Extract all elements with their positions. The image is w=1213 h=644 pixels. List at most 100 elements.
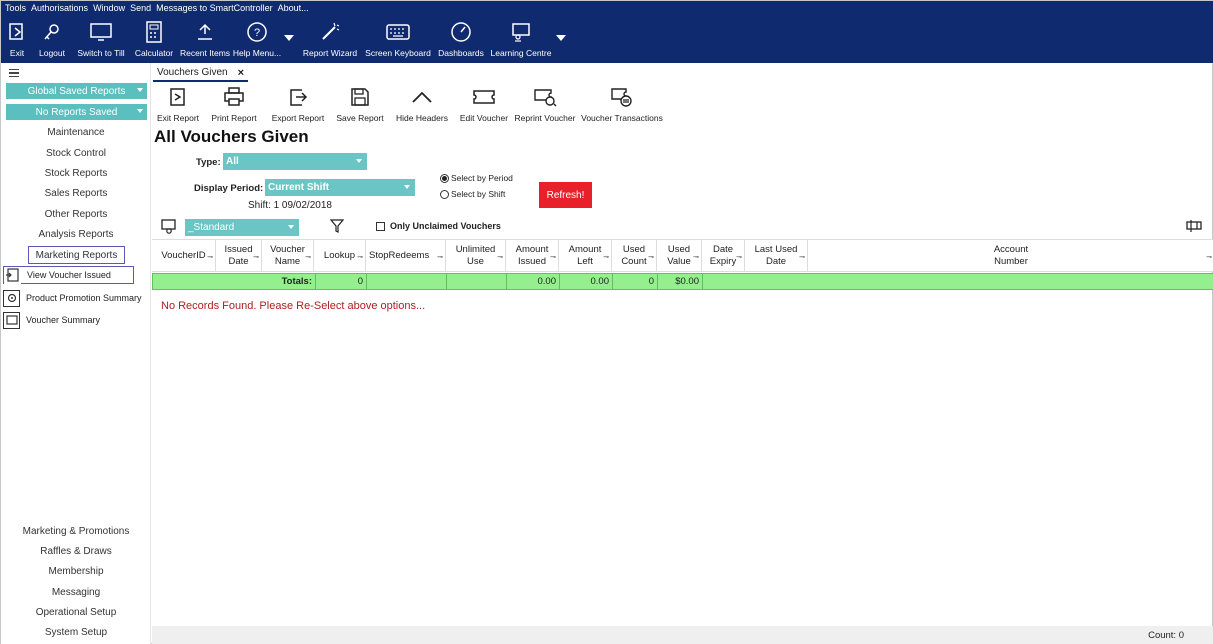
nav-marketing-promotions[interactable]: Marketing & Promotions	[1, 526, 151, 537]
column-amount-issued[interactable]: Amount Issued ⊸	[506, 240, 559, 272]
sub-view-voucher-issued[interactable]: View Voucher Issued	[3, 266, 134, 284]
column-used-value[interactable]: Used Value ⊸	[657, 240, 702, 272]
type-select[interactable]: All	[223, 153, 367, 170]
hide-headers-button[interactable]: Hide Headers	[395, 85, 449, 125]
saved-reports-dropdown[interactable]: No Reports Saved	[6, 104, 147, 120]
column-unlimited-use[interactable]: Unlimited Use ⊸	[446, 240, 506, 272]
caret-down-icon	[356, 159, 362, 163]
chevron-down-icon	[284, 33, 294, 43]
help-menu-dropdown[interactable]	[281, 19, 297, 63]
pin-icon[interactable]: ⊸	[305, 252, 311, 264]
layout-select[interactable]: _Standard	[185, 219, 299, 236]
nav-operational-setup[interactable]: Operational Setup	[1, 607, 151, 618]
column-last-used-date[interactable]: Last Used Date ⊸	[745, 240, 808, 272]
layout-view-icon[interactable]	[161, 219, 177, 237]
only-unclaimed-checkbox[interactable]: Only Unclaimed Vouchers	[376, 221, 501, 231]
totals-used-count: 0	[613, 274, 658, 289]
menu-window[interactable]: Window	[93, 3, 125, 15]
column-stop-redeems[interactable]: StopRedeems ⊸	[366, 240, 446, 272]
gauge-icon	[448, 19, 474, 45]
logout-button[interactable]: Logout	[33, 19, 71, 63]
hamburger-menu-icon[interactable]	[9, 69, 19, 77]
nav-marketing-reports[interactable]: Marketing Reports	[28, 246, 125, 264]
refresh-button[interactable]: Refresh!	[539, 182, 592, 208]
nav-system-setup[interactable]: System Setup	[1, 627, 151, 638]
pin-icon[interactable]: ⊸	[603, 252, 609, 264]
type-label: Type:	[196, 157, 221, 168]
nav-analysis-reports[interactable]: Analysis Reports	[1, 229, 151, 240]
nav-sales-reports[interactable]: Sales Reports	[1, 188, 151, 199]
menu-send[interactable]: Send	[130, 3, 151, 15]
dashboards-button[interactable]: Dashboards	[433, 19, 489, 63]
tab-vouchers-given[interactable]: Vouchers Given ×	[153, 65, 249, 82]
report-wizard-button[interactable]: Report Wizard	[297, 19, 363, 63]
column-used-count[interactable]: Used Count ⊸	[612, 240, 657, 272]
menu-authorisations[interactable]: Authorisations	[31, 3, 88, 15]
menu-bar: Tools Authorisations Window Send Message…	[5, 3, 314, 15]
nav-messaging[interactable]: Messaging	[1, 587, 151, 598]
switch-to-till-button[interactable]: Switch to Till	[71, 19, 131, 63]
keyboard-icon	[385, 19, 411, 45]
sub-voucher-summary[interactable]: Voucher Summary	[3, 311, 100, 329]
shift-info: Shift: 1 09/02/2018	[248, 200, 332, 211]
calculator-button[interactable]: Calculator	[131, 19, 177, 63]
pin-icon[interactable]: ⊸	[207, 252, 213, 264]
main-toolbar: Exit Logout Switch to Till Calculator Re…	[1, 19, 569, 63]
column-account-number[interactable]: Account Number ⊸	[808, 240, 1213, 272]
sub-product-promotion-summary[interactable]: Product Promotion Summary	[3, 289, 142, 307]
select-by-period-radio[interactable]: Select by Period	[440, 173, 513, 183]
exit-report-button[interactable]: Exit Report	[155, 85, 201, 125]
close-tab-icon[interactable]: ×	[238, 67, 244, 79]
column-chooser-icon[interactable]	[1185, 220, 1203, 235]
edit-voucher-button[interactable]: Edit Voucher	[458, 85, 510, 125]
pin-icon[interactable]: ⊸	[437, 252, 443, 264]
pin-icon[interactable]: ⊸	[357, 252, 363, 264]
screen-keyboard-button[interactable]: Screen Keyboard	[363, 19, 433, 63]
totals-row: Totals: 0 0.00 0.00 0 $0.00	[152, 273, 1213, 290]
column-voucher-name[interactable]: Voucher Name ⊸	[262, 240, 314, 272]
menu-messages[interactable]: Messages to SmartController	[156, 3, 273, 15]
learning-centre-button[interactable]: Learning Centre	[489, 19, 553, 63]
caret-down-icon	[404, 185, 410, 189]
pin-icon[interactable]: ⊸	[550, 252, 556, 264]
reprint-voucher-button[interactable]: Reprint Voucher	[514, 85, 576, 125]
pin-icon[interactable]: ⊸	[693, 252, 699, 264]
column-date-expiry[interactable]: Date Expiry ⊸	[702, 240, 745, 272]
nav-stock-reports[interactable]: Stock Reports	[1, 168, 151, 179]
exit-button[interactable]: Exit	[1, 19, 33, 63]
column-issued-date[interactable]: Issued Date ⊸	[216, 240, 262, 272]
menu-tools[interactable]: Tools	[5, 3, 26, 15]
nav-other-reports[interactable]: Other Reports	[1, 209, 151, 220]
pin-icon[interactable]: ⊸	[1206, 252, 1212, 264]
pin-icon[interactable]: ⊸	[799, 252, 805, 264]
global-saved-reports-dropdown[interactable]: Global Saved Reports	[6, 83, 147, 99]
toolbar-overflow-dropdown[interactable]	[553, 19, 569, 63]
totals-used-value: $0.00	[658, 274, 703, 289]
column-voucher-id[interactable]: VoucherID ⊸	[152, 240, 216, 272]
save-report-button[interactable]: Save Report	[335, 85, 385, 125]
nav-stock-control[interactable]: Stock Control	[1, 148, 151, 159]
pin-icon[interactable]: ⊸	[648, 252, 654, 264]
nav-membership[interactable]: Membership	[1, 566, 151, 577]
record-count: Count: 0	[1148, 630, 1184, 641]
select-by-shift-radio[interactable]: Select by Shift	[440, 189, 505, 199]
recent-items-button[interactable]: Recent Items	[177, 19, 233, 63]
pin-icon[interactable]: ⊸	[497, 252, 503, 264]
pin-icon[interactable]: ⊸	[736, 252, 742, 264]
help-menu-button[interactable]: ? Help Menu...	[233, 19, 281, 63]
totals-amount-left: 0.00	[560, 274, 613, 289]
display-period-select[interactable]: Current Shift	[265, 179, 415, 196]
voucher-transactions-button[interactable]: Voucher Transactions	[581, 85, 663, 125]
filter-icon[interactable]	[329, 219, 345, 236]
menu-about[interactable]: About...	[278, 3, 309, 15]
column-lookup[interactable]: Lookup ⊸	[314, 240, 366, 272]
nav-raffles-draws[interactable]: Raffles & Draws	[1, 546, 151, 557]
export-report-button[interactable]: Export Report	[270, 85, 326, 125]
no-records-message: No Records Found. Please Re-Select above…	[161, 300, 426, 312]
reprint-icon	[533, 85, 557, 109]
print-report-button[interactable]: Print Report	[209, 85, 259, 125]
nav-maintenance[interactable]: Maintenance	[1, 127, 151, 138]
pin-icon[interactable]: ⊸	[253, 252, 259, 264]
grid-header: VoucherID ⊸ Issued Date ⊸ Voucher Name ⊸ Lo…	[152, 239, 1213, 272]
column-amount-left[interactable]: Amount Left ⊸	[559, 240, 612, 272]
